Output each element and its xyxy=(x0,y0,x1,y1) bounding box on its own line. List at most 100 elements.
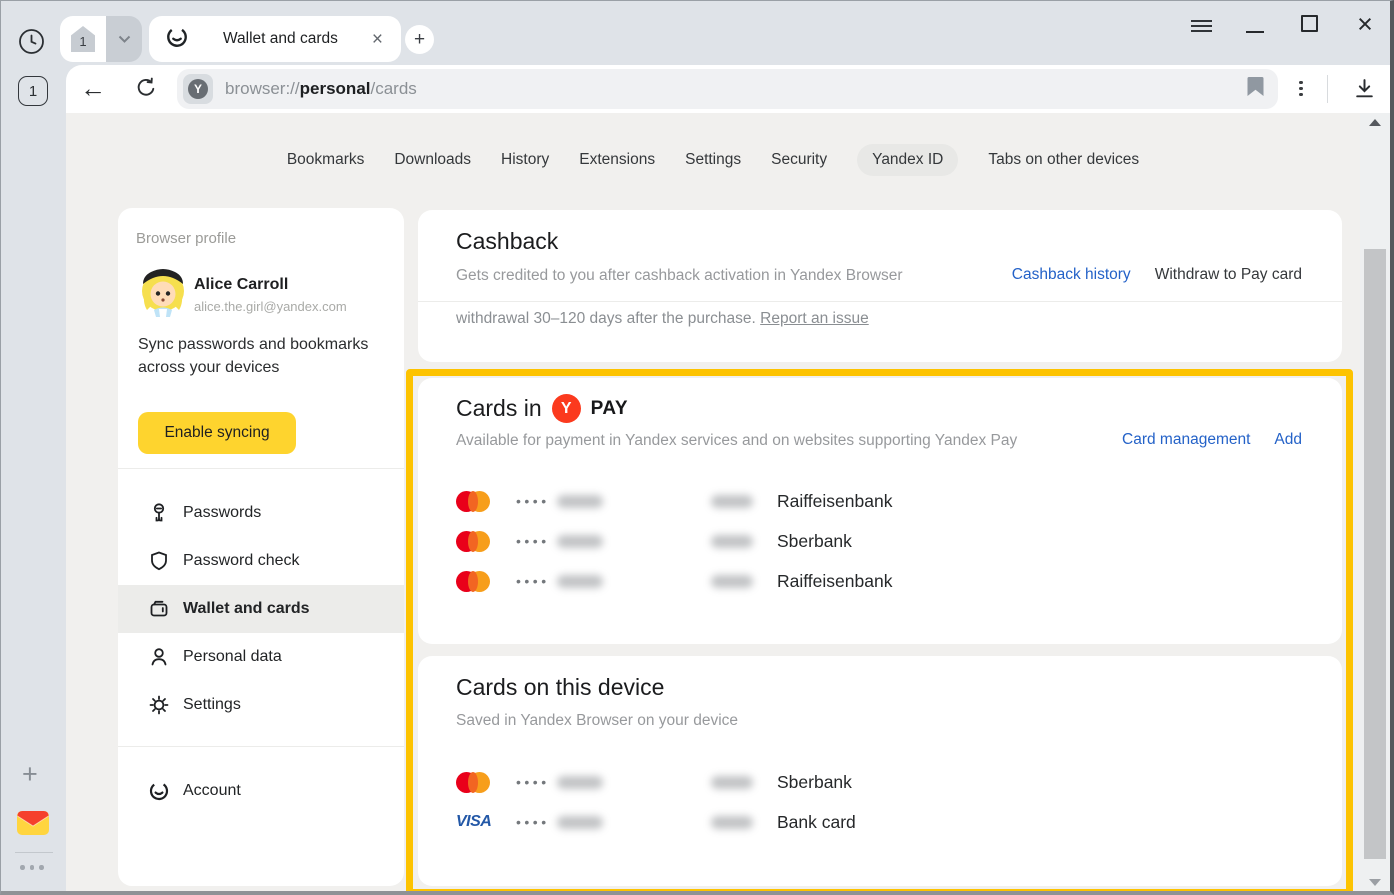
back-button[interactable]: ← xyxy=(80,74,106,102)
wallet-icon xyxy=(148,598,170,620)
nav-yandex-id-active[interactable]: Yandex ID xyxy=(857,144,958,176)
window-minimize-button[interactable] xyxy=(1245,31,1265,33)
masked-expiry-date xyxy=(711,575,753,588)
masked-card-number xyxy=(557,495,603,508)
sidebar-item-password-check[interactable]: Password check xyxy=(118,537,404,585)
scroll-up-icon[interactable] xyxy=(1369,119,1381,126)
cashback-card: Cashback Gets credited to you after cash… xyxy=(418,210,1342,362)
tab-close-icon[interactable]: × xyxy=(372,30,383,49)
browser-toolbar: ← Y browser://personal/cards xyxy=(66,65,1390,113)
masked-expiry-date xyxy=(711,495,753,508)
bank-name: Raiffeisenbank xyxy=(777,571,892,592)
card-management-link[interactable]: Card management xyxy=(1122,431,1250,449)
browser-menu-icon[interactable] xyxy=(1191,17,1215,41)
sidebar-item-settings[interactable]: Settings xyxy=(118,681,404,729)
sidebar-item-personal-data[interactable]: Personal data xyxy=(118,633,404,681)
window-maximize-button[interactable] xyxy=(1301,15,1318,32)
cashback-subtitle: Gets credited to you after cashback acti… xyxy=(456,267,903,285)
masked-card-number xyxy=(557,816,603,829)
browser-logo-icon xyxy=(148,780,170,802)
url-bar[interactable]: Y browser://personal/cards xyxy=(177,69,1278,109)
withdraw-to-pay-card-link[interactable]: Withdraw to Pay card xyxy=(1155,266,1302,284)
sync-description: Sync passwords and bookmarks across your… xyxy=(138,333,376,379)
sidebar-item-passwords[interactable]: Passwords xyxy=(118,489,404,537)
sidebar-divider-2 xyxy=(118,746,404,747)
page-scrollbar[interactable] xyxy=(1360,113,1390,891)
bank-name: Raiffeisenbank xyxy=(777,491,892,512)
strip-more-icon[interactable] xyxy=(20,865,44,870)
cashback-history-link[interactable]: Cashback history xyxy=(1012,266,1131,284)
yandex-mail-icon[interactable] xyxy=(16,807,50,843)
masked-card-number xyxy=(557,535,603,548)
sidebar-item-account[interactable]: Account xyxy=(118,767,404,815)
settings-nav: Bookmarks Downloads History Extensions S… xyxy=(66,143,1360,177)
nav-history[interactable]: History xyxy=(501,151,549,169)
sidebar-tab-counter[interactable]: 1 xyxy=(18,76,48,106)
nav-bookmarks[interactable]: Bookmarks xyxy=(287,151,365,169)
nav-downloads[interactable]: Downloads xyxy=(394,151,471,169)
sidebar-divider xyxy=(118,468,404,469)
masked-expiry-date xyxy=(711,776,753,789)
cashback-title: Cashback xyxy=(456,228,558,255)
mastercard-icon xyxy=(456,491,516,512)
device-cards-title: Cards on this device xyxy=(456,674,664,701)
card-row[interactable]: •••• Raiffeisenbank xyxy=(418,561,1342,601)
shield-icon xyxy=(148,550,170,572)
card-row[interactable]: •••• Sberbank xyxy=(418,762,1342,802)
cashback-divider xyxy=(418,301,1342,302)
masked-dots: •••• xyxy=(516,493,557,509)
tab-group-expander[interactable] xyxy=(106,16,142,62)
key-icon xyxy=(148,502,170,524)
nav-security[interactable]: Security xyxy=(771,151,827,169)
card-row[interactable]: •••• Raiffeisenbank xyxy=(418,481,1342,521)
device-cards-card: Cards on this device Saved in Yandex Bro… xyxy=(418,656,1342,886)
avatar xyxy=(137,266,189,323)
yandex-browser-logo-icon xyxy=(165,25,189,54)
person-icon xyxy=(148,646,170,668)
toolbar-divider xyxy=(1327,75,1328,103)
new-tab-button[interactable]: + xyxy=(405,25,434,54)
sidebar-add-icon[interactable]: + xyxy=(22,759,38,790)
masked-card-number xyxy=(557,776,603,789)
device-cards-subtitle: Saved in Yandex Browser on your device xyxy=(456,712,738,730)
bookmark-icon[interactable] xyxy=(1247,76,1264,102)
masked-dots: •••• xyxy=(516,573,557,589)
gear-icon xyxy=(148,694,170,716)
scroll-down-icon[interactable] xyxy=(1369,879,1381,886)
yandex-pay-logo-icon: Y xyxy=(552,394,581,423)
pay-cards-links: Card management Add xyxy=(1122,431,1302,449)
window-close-button[interactable]: × xyxy=(1353,9,1377,39)
toolbar-more-icon[interactable] xyxy=(1299,78,1303,99)
enable-syncing-button[interactable]: Enable syncing xyxy=(138,412,296,454)
cashback-note: withdrawal 30–120 days after the purchas… xyxy=(456,310,869,328)
browser-tab[interactable]: Wallet and cards × xyxy=(149,16,401,62)
card-row[interactable]: VISA •••• Bank card xyxy=(418,802,1342,842)
pay-cards-card: Cards in Y PAY Available for payment in … xyxy=(418,378,1342,644)
add-card-link[interactable]: Add xyxy=(1274,431,1302,449)
plus-icon: + xyxy=(414,29,425,51)
profile-name: Alice Carroll xyxy=(194,276,288,294)
tab-group-count-badge: 1 xyxy=(71,26,95,52)
strip-divider xyxy=(15,852,53,853)
masked-dots: •••• xyxy=(516,814,557,830)
tab-title: Wallet and cards xyxy=(189,30,372,48)
bank-name: Sberbank xyxy=(777,531,852,552)
masked-dots: •••• xyxy=(516,533,557,549)
site-icon: Y xyxy=(183,74,213,104)
card-row[interactable]: •••• Sberbank xyxy=(418,521,1342,561)
mastercard-icon xyxy=(456,772,516,793)
tab-group-button[interactable]: 1 xyxy=(60,16,106,62)
profile-sidebar-card: Browser profile Alice Carroll alice.the.… xyxy=(118,208,404,886)
scrollbar-thumb[interactable] xyxy=(1364,249,1386,859)
pay-cards-subtitle: Available for payment in Yandex services… xyxy=(456,432,1017,450)
report-an-issue-link[interactable]: Report an issue xyxy=(760,310,869,327)
downloads-icon[interactable] xyxy=(1352,76,1377,106)
reload-icon[interactable] xyxy=(134,76,158,105)
nav-extensions[interactable]: Extensions xyxy=(579,151,655,169)
sidebar-item-wallet-and-cards[interactable]: Wallet and cards xyxy=(118,585,404,633)
history-clock-icon[interactable] xyxy=(18,28,45,60)
mastercard-icon xyxy=(456,531,516,552)
nav-settings[interactable]: Settings xyxy=(685,151,741,169)
nav-tabs-other-devices[interactable]: Tabs on other devices xyxy=(988,151,1139,169)
device-cards-rows: •••• Sberbank VISA •••• Bank card xyxy=(418,762,1342,842)
